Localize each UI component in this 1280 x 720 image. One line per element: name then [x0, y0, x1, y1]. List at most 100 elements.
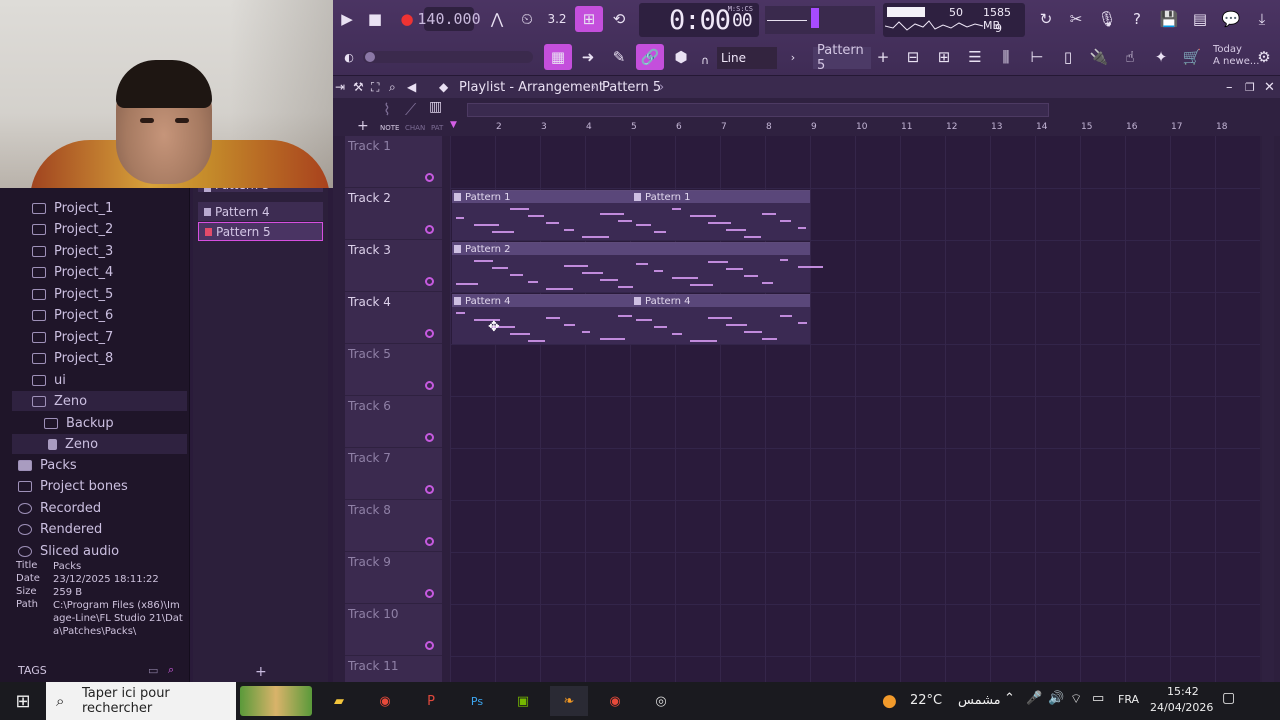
piano-roll-icon[interactable]: ▦ — [544, 44, 572, 70]
chat-icon[interactable]: 💬 — [1217, 6, 1245, 32]
picker-item-pattern-4[interactable]: Pattern 4 — [198, 202, 323, 221]
pattern-clip[interactable]: Pattern 2 — [452, 242, 823, 292]
track-header[interactable]: Track 6 — [345, 396, 442, 448]
record-target-icon[interactable] — [425, 173, 434, 182]
zoom-icon[interactable]: ⌕ — [389, 80, 396, 95]
time-display[interactable]: 0:00 00 M:S:CS — [639, 3, 759, 37]
track-header[interactable]: Track 8 — [345, 500, 442, 552]
microphone-icon[interactable]: 🎙 — [1093, 6, 1121, 32]
arrow-right-icon[interactable]: ➜ — [574, 44, 602, 70]
tags-bar[interactable]: TAGS ▭ ⌕ — [0, 658, 190, 682]
download-icon[interactable]: ⤓ — [1248, 6, 1276, 32]
channel-rack-icon[interactable]: ☰ — [961, 44, 989, 70]
minimize-icon[interactable]: – — [1226, 80, 1233, 95]
timeline-ruler[interactable]: ▼ 2 3 4 5 6 7 8 9 10 11 12 13 14 15 16 1… — [450, 120, 1260, 136]
browser-item-project-6[interactable]: Project_6 — [32, 305, 113, 325]
add-icon[interactable]: + — [255, 664, 267, 680]
microphone-icon[interactable]: 🎤 — [1026, 691, 1042, 706]
fullscreen-icon[interactable]: ⛶ — [371, 80, 379, 95]
arrows-icon[interactable]: ⇥ — [335, 80, 345, 94]
filter-note[interactable]: NOTE — [380, 124, 399, 132]
speaker-icon[interactable]: ◀ — [407, 80, 416, 94]
browser-item-backup[interactable]: Backup — [44, 413, 114, 433]
help-icon[interactable]: ? — [1123, 6, 1151, 32]
browser-item-recorded[interactable]: Recorded — [18, 498, 101, 518]
record-target-icon[interactable] — [425, 537, 434, 546]
volume-icon[interactable]: 🔊 — [1048, 691, 1064, 706]
track-header[interactable]: Track 9 — [345, 552, 442, 604]
refresh-icon[interactable]: ↻ — [1032, 6, 1060, 32]
browser-item-project-1[interactable]: Project_1 — [32, 198, 113, 218]
browser-item-zeno-folder[interactable]: Zeno — [12, 391, 187, 411]
pattern-clip[interactable]: Pattern 1 — [632, 190, 810, 240]
pattern-clip[interactable]: Pattern 4 — [452, 294, 640, 344]
countdown-icon[interactable]: 3.2 — [543, 6, 571, 32]
playlist-icon[interactable]: ⊟ — [899, 44, 927, 70]
record-target-icon[interactable] — [425, 329, 434, 338]
record-target-icon[interactable] — [425, 433, 434, 442]
tool-icon[interactable]: ⚒ — [353, 80, 364, 94]
tempo-curve-icon[interactable]: ◆ — [439, 80, 448, 94]
chrome-icon[interactable]: ◉ — [366, 686, 404, 716]
powerpoint-icon[interactable]: P — [412, 686, 450, 716]
file-explorer-icon[interactable]: ▰ — [320, 686, 358, 716]
gear-icon[interactable]: ⚙ — [1253, 44, 1275, 70]
browser-icon[interactable]: ⊢ — [1023, 44, 1051, 70]
cut-icon[interactable]: ✂ — [1062, 6, 1090, 32]
vertical-scrollbar[interactable] — [1262, 136, 1274, 682]
picker-item-pattern-5[interactable]: Pattern 5 — [198, 222, 323, 241]
filter-pat[interactable]: PAT — [431, 124, 443, 132]
weather-temp[interactable]: 22°C — [910, 693, 942, 708]
browser-item-sliced-audio[interactable]: Sliced audio — [18, 541, 119, 561]
browser-item-project-2[interactable]: Project_2 — [32, 219, 113, 239]
clock-date[interactable]: 24/04/2026 — [1150, 701, 1213, 714]
record-target-icon[interactable] — [425, 381, 434, 390]
wifi-icon[interactable]: ⌔ — [1070, 691, 1082, 707]
chevron-right-icon[interactable]: › — [782, 44, 804, 70]
breadcrumb-pattern[interactable]: Pattern 5 — [602, 80, 661, 95]
file-icon[interactable]: ▯ — [1054, 44, 1082, 70]
language-indicator[interactable]: FRA — [1118, 693, 1139, 706]
chevron-up-icon[interactable]: ⌃ — [1004, 691, 1015, 706]
browser-item-project-4[interactable]: Project_4 — [32, 262, 113, 282]
pitch-knob-icon[interactable]: ◐ — [335, 44, 363, 70]
wave-icon[interactable]: ⌇ — [383, 100, 391, 119]
notification-icon[interactable]: ▢ — [1222, 690, 1235, 706]
stop-icon[interactable]: ■ — [361, 6, 389, 32]
play-icon[interactable]: ▶ — [333, 6, 361, 32]
add-track-icon[interactable]: + — [357, 118, 369, 134]
touch-icon[interactable]: ☝ — [1116, 44, 1144, 70]
brush-icon[interactable]: ⟋ — [405, 100, 416, 120]
weather-label[interactable]: مشمس — [958, 693, 1001, 708]
track-header[interactable]: Track 3 — [345, 240, 442, 292]
wand-icon[interactable]: ✦ — [1147, 44, 1175, 70]
obs-icon[interactable]: ◎ — [642, 686, 680, 716]
plugin-icon[interactable]: 🔌 — [1085, 44, 1113, 70]
track-header[interactable]: Track 5 — [345, 344, 442, 396]
battery-icon[interactable]: ▭ — [1092, 691, 1104, 706]
photoshop-icon[interactable]: Ps — [458, 686, 496, 716]
fl-studio-icon[interactable]: ❧ — [550, 686, 588, 716]
metronome-icon[interactable]: ⋀ — [483, 6, 511, 32]
loop-record-icon[interactable]: ⟲ — [605, 6, 633, 32]
link-icon[interactable]: 🔗 — [636, 44, 664, 70]
track-header[interactable]: Track 1 — [345, 136, 442, 188]
nvidia-icon[interactable]: ▣ — [504, 686, 542, 716]
record-target-icon[interactable] — [425, 277, 434, 286]
browser-item-project-3[interactable]: Project_3 — [32, 241, 113, 261]
cart-icon[interactable]: 🛒 — [1178, 44, 1206, 70]
piano-icon[interactable]: ▥ — [429, 99, 442, 115]
add-pattern-icon[interactable]: + — [873, 44, 893, 70]
pencil-icon[interactable]: ✎ — [605, 44, 633, 70]
main-pitch-slider[interactable] — [363, 51, 533, 63]
record-target-icon[interactable] — [425, 485, 434, 494]
save-icon[interactable]: 💾 — [1155, 6, 1183, 32]
horizontal-scrollbar[interactable] — [467, 103, 1049, 117]
chrome-profile-icon[interactable]: ◉ — [596, 686, 634, 716]
pattern-clip[interactable]: Pattern 4 — [632, 294, 810, 344]
browser-item-project-5[interactable]: Project_5 — [32, 284, 113, 304]
browser-item-project-7[interactable]: Project_7 — [32, 327, 113, 347]
windows-start-icon[interactable]: ⊞ — [4, 686, 42, 716]
maximize-icon[interactable]: ❐ — [1245, 81, 1255, 94]
close-icon[interactable]: ✕ — [1264, 80, 1275, 95]
